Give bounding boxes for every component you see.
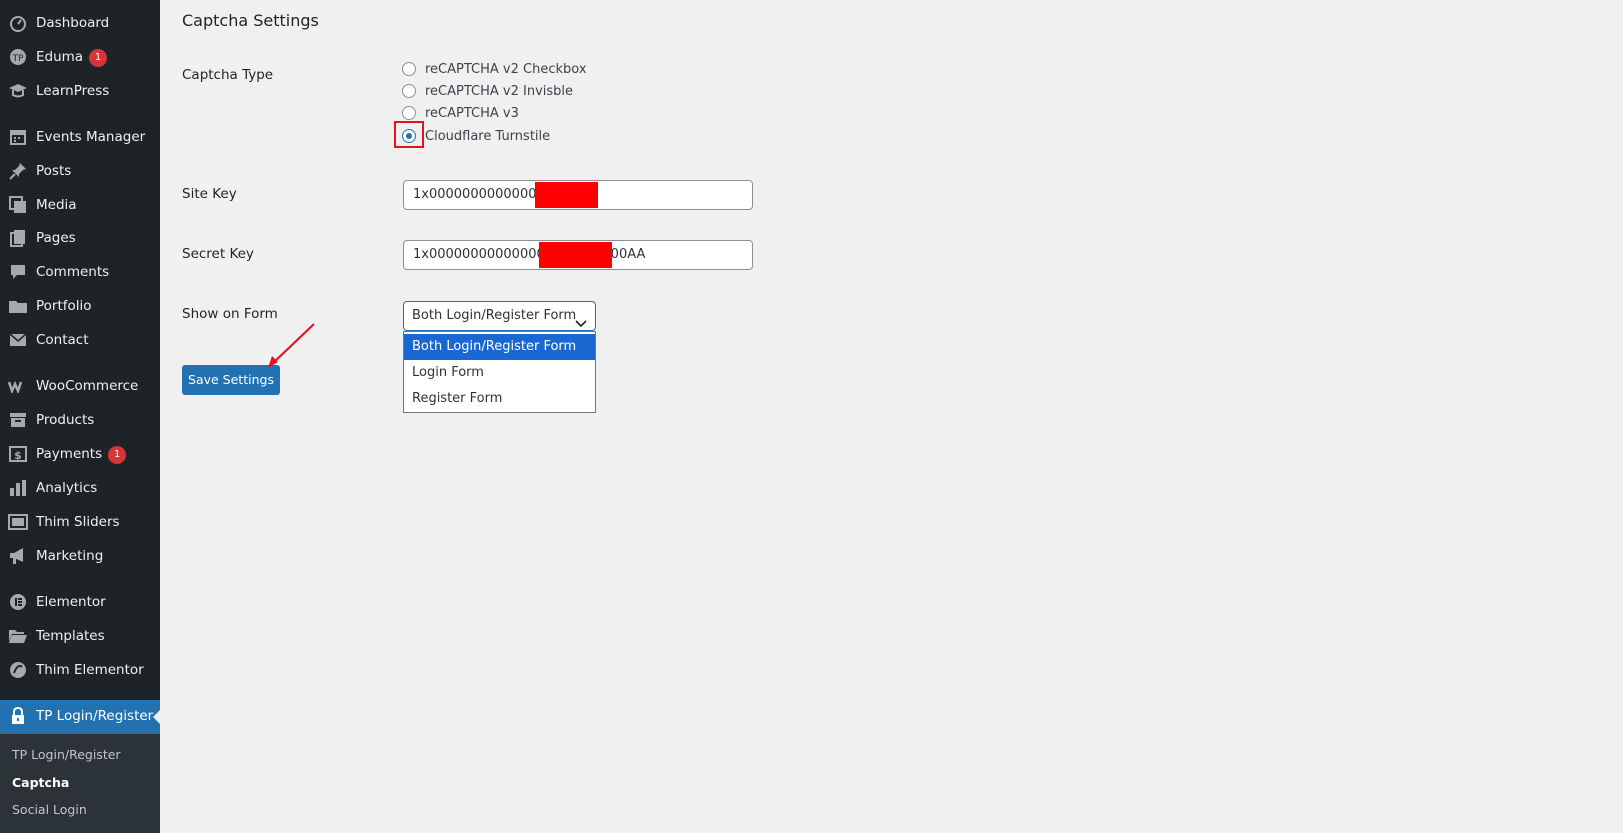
redaction-block <box>535 182 598 208</box>
redaction-block <box>539 242 612 268</box>
graduation-cap-icon <box>8 82 28 100</box>
menu-label: Templates <box>36 628 105 644</box>
pushpin-icon <box>8 162 28 180</box>
show-on-form-select[interactable]: Both Login/Register Form <box>403 301 596 331</box>
radio-label: reCAPTCHA v3 <box>425 105 519 121</box>
submenu-item-captcha[interactable]: Captcha <box>12 775 69 790</box>
page-title: Captcha Settings <box>182 11 319 30</box>
secret-key-label: Secret Key <box>182 246 254 262</box>
menu-label: Analytics <box>36 480 98 496</box>
svg-text:$: $ <box>14 449 22 462</box>
menu-item-pages[interactable]: Pages <box>0 222 160 254</box>
thim-icon <box>8 661 28 679</box>
annotation-arrow-icon <box>268 323 315 368</box>
captcha-option-cloudflare-turnstile[interactable]: Cloudflare Turnstile <box>402 126 550 146</box>
menu-label: WooCommerce <box>36 378 139 394</box>
menu-label: Dashboard <box>36 15 110 31</box>
folder-open-icon <box>8 627 28 645</box>
radio-label: reCAPTCHA v2 Invisble <box>425 83 574 99</box>
archive-icon <box>8 411 28 429</box>
envelope-icon <box>8 331 28 349</box>
radio-button[interactable] <box>402 106 416 120</box>
annotation-highlight-box <box>394 121 424 148</box>
show-on-form-dropdown: Both Login/Register Form Login Form Regi… <box>403 331 596 413</box>
admin-sidebar: Dashboard TP Eduma 1 LearnPress Events Ma… <box>0 0 161 833</box>
menu-item-events-manager[interactable]: Events Manager <box>0 121 160 153</box>
captcha-option-recaptcha-v3[interactable]: reCAPTCHA v3 <box>402 103 519 123</box>
menu-label: Posts <box>36 163 72 179</box>
menu-label: Comments <box>36 264 110 280</box>
radio-label: Cloudflare Turnstile <box>425 128 551 144</box>
menu-label: Contact <box>36 332 89 348</box>
dollar-icon: $ <box>8 445 28 463</box>
menu-label: Pages <box>36 230 76 246</box>
menu-item-elementor[interactable]: Elementor <box>0 586 160 618</box>
captcha-option-recaptcha-v2-checkbox[interactable]: reCAPTCHA v2 Checkbox <box>402 59 587 79</box>
menu-label: Elementor <box>36 594 106 610</box>
lock-icon <box>8 707 28 725</box>
captcha-option-recaptcha-v2-invisible[interactable]: reCAPTCHA v2 Invisble <box>402 81 573 101</box>
dropdown-option-both[interactable]: Both Login/Register Form <box>404 334 595 360</box>
comment-icon <box>8 263 28 281</box>
menu-item-contact[interactable]: Contact <box>0 324 160 356</box>
submenu-item-tp-login-register[interactable]: TP Login/Register <box>12 747 121 762</box>
menu-item-dashboard[interactable]: Dashboard <box>0 7 160 39</box>
radio-button[interactable] <box>402 84 416 98</box>
menu-label: Thim Sliders <box>36 514 120 530</box>
menu-label: Portfolio <box>36 298 92 314</box>
notification-badge: 1 <box>89 49 108 67</box>
dropdown-option-login[interactable]: Login Form <box>404 360 595 386</box>
menu-item-tp-login-register[interactable]: TP Login/Register <box>0 700 161 734</box>
menu-item-analytics[interactable]: Analytics <box>0 472 160 504</box>
select-value: Both Login/Register Form <box>412 308 577 323</box>
active-indicator <box>153 709 161 725</box>
megaphone-icon <box>8 547 28 565</box>
menu-item-marketing[interactable]: Marketing <box>0 540 160 572</box>
menu-item-media[interactable]: Media <box>0 189 160 221</box>
submenu: TP Login/Register Captcha Social Login <box>0 734 160 833</box>
menu-item-posts[interactable]: Posts <box>0 155 160 187</box>
menu-item-eduma[interactable]: TP Eduma 1 <box>0 41 160 73</box>
menu-item-learnpress[interactable]: LearnPress <box>0 75 160 107</box>
calendar-icon <box>8 128 28 146</box>
bar-chart-icon <box>8 479 28 497</box>
site-key-value: 1x000000000000000 <box>413 187 554 202</box>
menu-label: Events Manager <box>36 129 146 145</box>
radio-label: reCAPTCHA v2 Checkbox <box>425 61 587 77</box>
menu-label: TP Login/Register <box>36 708 154 724</box>
media-icon <box>8 196 28 214</box>
captcha-type-label: Captcha Type <box>182 67 274 83</box>
menu-label: Marketing <box>36 548 104 564</box>
svg-text:TP: TP <box>12 54 24 64</box>
menu-item-templates[interactable]: Templates <box>0 620 160 652</box>
radio-button[interactable] <box>402 62 416 76</box>
menu-item-comments[interactable]: Comments <box>0 256 160 288</box>
menu-item-woocommerce[interactable]: WooCommerce <box>0 370 160 402</box>
menu-label: Eduma <box>36 49 84 65</box>
woocommerce-icon <box>8 377 28 395</box>
menu-item-payments[interactable]: $ Payments 1 <box>0 438 160 470</box>
menu-label: Payments <box>36 446 103 462</box>
pages-icon <box>8 229 28 247</box>
submenu-item-social-login[interactable]: Social Login <box>12 802 87 817</box>
menu-label: Products <box>36 412 95 428</box>
menu-item-thim-sliders[interactable]: Thim Sliders <box>0 506 160 538</box>
menu-label: LearnPress <box>36 83 110 99</box>
menu-item-portfolio[interactable]: Portfolio <box>0 290 160 322</box>
menu-item-products[interactable]: Products <box>0 404 160 436</box>
elementor-icon <box>8 593 28 611</box>
menu-label: Thim Elementor <box>36 662 144 678</box>
notification-badge: 1 <box>108 446 127 464</box>
eduma-icon: TP <box>8 48 28 66</box>
folder-icon <box>8 297 28 315</box>
dashboard-icon <box>8 14 28 32</box>
menu-item-thim-elementor[interactable]: Thim Elementor <box>0 654 160 686</box>
slides-icon <box>8 513 28 531</box>
dropdown-option-register[interactable]: Register Form <box>404 386 595 412</box>
menu-label: Media <box>36 197 77 213</box>
site-key-label: Site Key <box>182 186 237 202</box>
